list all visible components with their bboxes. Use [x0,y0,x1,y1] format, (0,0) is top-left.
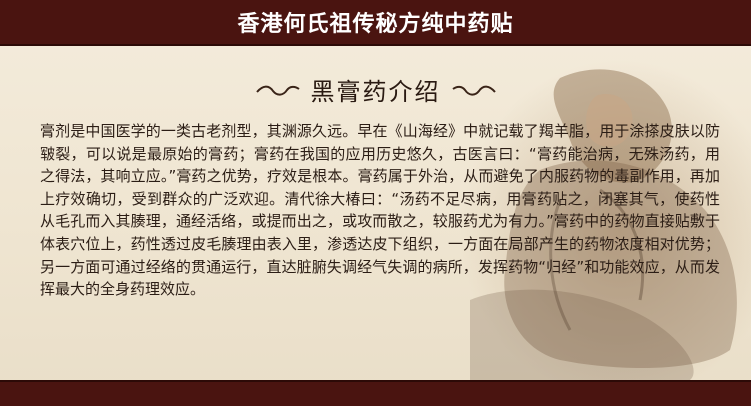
article-paragraph: 膏剂是中国医学的一类古老剂型，其渊源久远。早在《山海经》中就记载了羯羊脂，用于涂… [40,122,720,299]
page: 香港何氏祖传秘方纯中药贴 黑膏药介绍 膏剂是中国医学的一类古老剂型，其渊源久远。… [0,0,751,406]
footer-banner [0,380,751,406]
section-title: 黑膏药介绍 [310,78,441,106]
section-heading: 黑膏药介绍 [0,72,751,107]
right-flourish-icon [451,85,496,96]
header-banner: 香港何氏祖传秘方纯中药贴 [0,0,751,46]
left-flourish-icon [255,85,300,96]
page-title: 香港何氏祖传秘方纯中药贴 [237,12,514,37]
